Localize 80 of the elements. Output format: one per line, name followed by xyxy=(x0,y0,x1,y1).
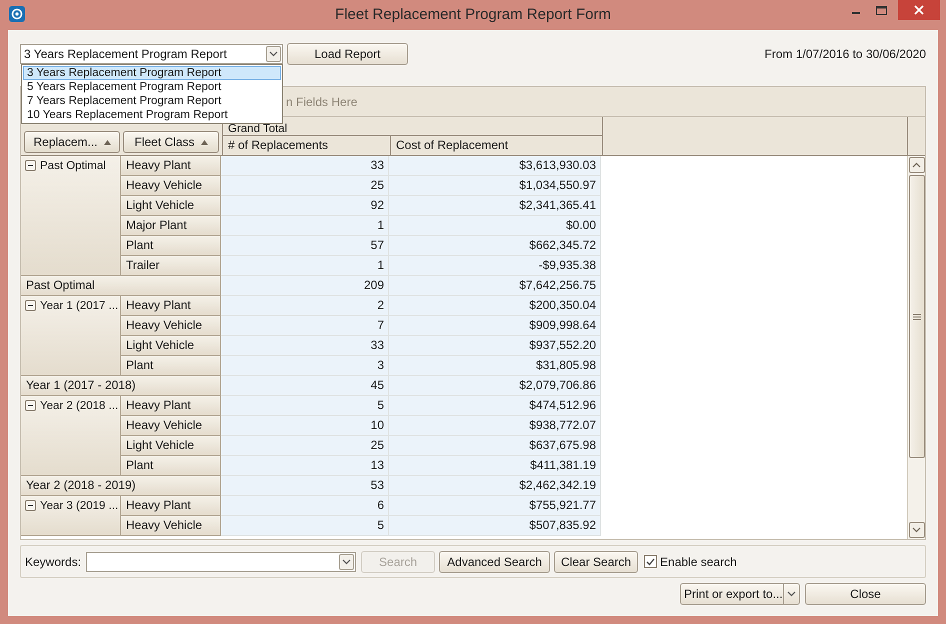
table-cell: -$9,935.38 xyxy=(389,256,601,276)
row-header: Heavy Plant xyxy=(121,156,221,176)
filter-area-hint: n Fields Here xyxy=(286,94,358,110)
row-header: Light Vehicle xyxy=(121,196,221,216)
row-header: Major Plant xyxy=(121,216,221,236)
row-header: Heavy Vehicle xyxy=(121,316,221,336)
row-group-header[interactable]: Year 1 (2017 ... xyxy=(21,296,121,376)
table-cell: $938,772.07 xyxy=(389,416,601,436)
table-cell: 6 xyxy=(221,496,389,516)
date-range: From 1/07/2016 to 30/06/2020 xyxy=(764,46,926,63)
row-header: Trailer xyxy=(121,256,221,276)
column-header: # of Replacements xyxy=(223,136,391,155)
column-header: Cost of Replacement xyxy=(395,137,510,154)
close-dialog-button[interactable]: Close xyxy=(805,583,926,605)
table-cell: $937,552.20 xyxy=(389,336,601,356)
table-cell: $2,341,365.41 xyxy=(389,196,601,216)
table-cell: 5 xyxy=(221,516,389,536)
table-cell: $755,921.77 xyxy=(389,496,601,516)
row-field-button[interactable]: Fleet Class xyxy=(123,131,219,153)
table-cell: $2,079,706.86 xyxy=(389,376,601,396)
row-header: Light Vehicle xyxy=(121,336,221,356)
table-cell: 25 xyxy=(221,436,389,456)
table-cell: 33 xyxy=(221,336,389,356)
table-cell: $909,998.64 xyxy=(389,316,601,336)
table-cell: 5 xyxy=(221,396,389,416)
table-cell: $2,462,342.19 xyxy=(389,476,601,496)
table-cell: 13 xyxy=(221,456,389,476)
row-header: Light Vehicle xyxy=(121,436,221,456)
table-cell: 45 xyxy=(221,376,389,396)
table-cell: 33 xyxy=(221,156,389,176)
row-header: Heavy Plant xyxy=(121,396,221,416)
report-dropdown[interactable]: 3 Years Replacement Program Report xyxy=(20,44,283,64)
dropdown-option[interactable]: 5 Years Replacement Program Report xyxy=(23,80,281,94)
table-cell: $200,350.04 xyxy=(389,296,601,316)
table-cell: 57 xyxy=(221,236,389,256)
table-cell: 1 xyxy=(221,256,389,276)
table-cell: $7,642,256.75 xyxy=(389,276,601,296)
table-cell: 2 xyxy=(221,296,389,316)
dropdown-option[interactable]: 3 Years Replacement Program Report xyxy=(23,66,281,80)
row-header: Heavy Vehicle xyxy=(121,416,221,436)
row-header: Heavy Plant xyxy=(121,496,221,516)
row-total-header: Past Optimal xyxy=(21,276,221,296)
table-cell: 92 xyxy=(221,196,389,216)
table-cell: 10 xyxy=(221,416,389,436)
keywords-label: Keywords: xyxy=(25,554,82,570)
table-cell: $31,805.98 xyxy=(389,356,601,376)
table-cell: 209 xyxy=(221,276,389,296)
table-cell: $662,345.72 xyxy=(389,236,601,256)
table-cell: 53 xyxy=(221,476,389,496)
enable-search-label: Enable search xyxy=(660,554,737,570)
table-cell: 7 xyxy=(221,316,389,336)
dropdown-option[interactable]: 7 Years Replacement Program Report xyxy=(23,94,281,108)
row-header: Plant xyxy=(121,456,221,476)
row-header: Heavy Plant xyxy=(121,296,221,316)
table-cell: $3,613,930.03 xyxy=(389,156,601,176)
clear-search-button[interactable]: Clear Search xyxy=(554,550,638,572)
table-cell: $637,675.98 xyxy=(389,436,601,456)
table-cell: $1,034,550.97 xyxy=(389,176,601,196)
row-total-header: Year 2 (2018 - 2019) xyxy=(21,476,221,496)
table-cell: 1 xyxy=(221,216,389,236)
table-cell: $411,381.19 xyxy=(389,456,601,476)
row-group-header[interactable]: Past Optimal xyxy=(21,156,121,276)
row-header: Heavy Vehicle xyxy=(121,176,221,196)
row-header: Heavy Vehicle xyxy=(121,516,221,536)
print-export-button[interactable]: Print or export to... xyxy=(680,583,800,605)
row-group-header[interactable]: Year 2 (2018 ... xyxy=(21,396,121,476)
table-cell: $0.00 xyxy=(389,216,601,236)
table-cell: 25 xyxy=(221,176,389,196)
row-group-header[interactable]: Year 3 (2019 ... xyxy=(21,496,121,536)
row-field-button[interactable]: Replacem... xyxy=(24,131,120,153)
table-cell: 3 xyxy=(221,356,389,376)
load-report-button[interactable]: Load Report xyxy=(287,43,408,65)
table-cell: $474,512.96 xyxy=(389,396,601,416)
advanced-search-button[interactable]: Advanced Search xyxy=(439,550,550,572)
column-header: Grand Total xyxy=(223,117,602,136)
row-header: Plant xyxy=(121,236,221,256)
row-header: Plant xyxy=(121,356,221,376)
table-cell: $507,835.92 xyxy=(389,516,601,536)
row-total-header: Year 1 (2017 - 2018) xyxy=(21,376,221,396)
window-title: Fleet Replacement Program Report Form xyxy=(335,4,611,25)
